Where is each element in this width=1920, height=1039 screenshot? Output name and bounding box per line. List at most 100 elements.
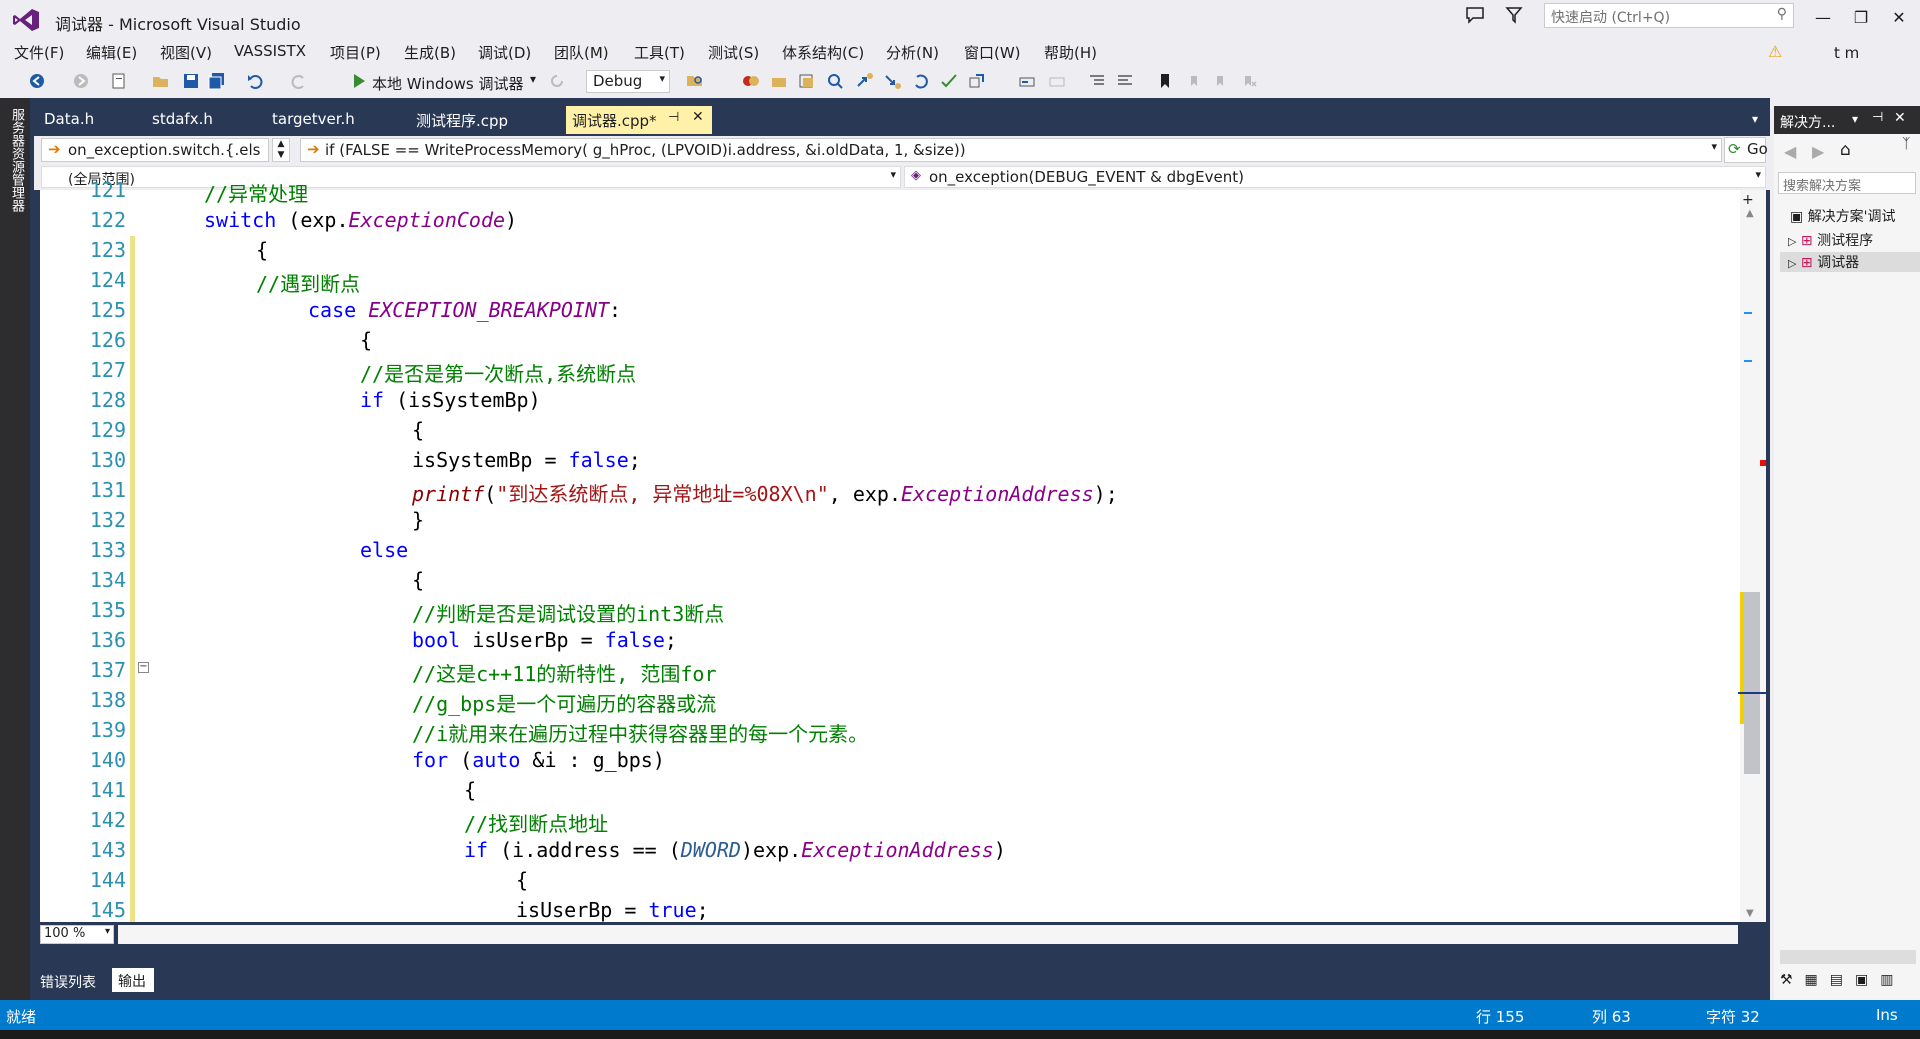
tool-rename-icon[interactable] (798, 72, 816, 90)
tool-goto-impl-icon[interactable] (884, 72, 902, 90)
collapse-icon[interactable]: − (138, 662, 149, 673)
warning-icon[interactable]: ⚠ (1768, 42, 1782, 61)
menu-build[interactable]: 生成(B) (404, 42, 456, 63)
go-button[interactable]: ⟳ Go (1724, 137, 1768, 163)
tool-back-icon[interactable] (912, 72, 930, 90)
new-project-icon[interactable] (110, 72, 128, 90)
line-number: 131 (89, 478, 126, 502)
menu-debug[interactable]: 调试(D) (478, 42, 531, 63)
menu-file[interactable]: 文件(F) (14, 42, 64, 63)
chevron-down-icon[interactable]: ▾ (1852, 112, 1858, 126)
chevron-down-icon[interactable]: ▾ (530, 72, 536, 86)
solution-configuration-select[interactable]: Debug ▾ (586, 70, 670, 93)
project-item-debugger[interactable]: ▷ ⊞ 调试器 (1780, 252, 1920, 272)
code-text: ); (1093, 482, 1118, 506)
tab-test-program-cpp[interactable]: 测试程序.cpp (416, 110, 508, 131)
refresh-icon[interactable] (548, 72, 566, 90)
tab-list-dropdown-icon[interactable]: ▾ (1752, 112, 1758, 126)
user-name[interactable]: t m (1834, 44, 1859, 62)
code-editor[interactable] (40, 190, 1740, 922)
solution-bottom-tools[interactable]: ⚒▦▤▣▥ (1780, 972, 1905, 988)
code-text: ) (993, 838, 1006, 862)
menu-test[interactable]: 测试(S) (708, 42, 759, 63)
save-all-icon[interactable] (208, 72, 226, 90)
solution-horizontal-scrollbar[interactable] (1780, 950, 1916, 964)
code-line: isUserBp = true; (516, 898, 709, 922)
horizontal-scrollbar[interactable] (118, 925, 1738, 944)
menu-help[interactable]: 帮助(H) (1044, 42, 1097, 63)
tool-refactor-icon[interactable] (968, 72, 986, 90)
start-debugging-button[interactable]: 本地 Windows 调试器 (372, 73, 524, 94)
global-scope-select[interactable]: (全局范围) ▾ (41, 166, 901, 188)
vertical-scrollbar[interactable] (1740, 190, 1766, 922)
solution-root-item[interactable]: ▣ 解决方案'调试 (1790, 206, 1896, 226)
solution-search-input[interactable]: 搜索解决方案 (1778, 172, 1916, 194)
pin-icon[interactable]: ⊣ (1872, 110, 1883, 125)
scope-spinner[interactable]: ▲ ▼ (272, 138, 290, 162)
tool-find-symbol-icon[interactable] (826, 72, 844, 90)
close-tab-icon[interactable]: ✕ (692, 109, 704, 125)
server-explorer-tab[interactable]: 服务器资源管理器 (8, 108, 24, 212)
undo-icon[interactable] (246, 72, 264, 90)
scroll-down-icon[interactable]: ▼ (1746, 908, 1754, 919)
tool-goto-icon[interactable] (856, 72, 874, 90)
zoom-select[interactable]: 100 % ▾ (40, 925, 114, 944)
close-button[interactable]: ✕ (1884, 6, 1914, 30)
bookmark-icon[interactable] (1156, 72, 1174, 90)
tab-output[interactable]: 输出 (112, 968, 154, 992)
filter-icon[interactable] (1505, 6, 1525, 26)
clear-bookmarks-icon[interactable] (1240, 72, 1258, 90)
menu-team[interactable]: 团队(M) (554, 42, 609, 63)
comment-lines-icon[interactable] (1088, 72, 1106, 90)
save-icon[interactable] (182, 72, 200, 90)
feedback-icon[interactable] (1465, 6, 1487, 26)
pin-icon[interactable]: ⊣ (668, 110, 679, 125)
split-icon[interactable]: + (1742, 192, 1754, 208)
project-item-test-program[interactable]: ▷ ⊞ 测试程序 (1788, 230, 1873, 250)
tool-red-icon[interactable] (742, 72, 760, 90)
menu-window[interactable]: 窗口(W) (964, 42, 1021, 63)
tool-spellcheck-icon[interactable] (940, 72, 958, 90)
line-number: 143 (89, 838, 126, 862)
menu-architecture[interactable]: 体系结构(C) (782, 42, 864, 63)
open-file-icon[interactable] (152, 72, 170, 90)
uncomment-lines-icon[interactable] (1116, 72, 1134, 90)
tool-indent-icon[interactable] (1018, 72, 1036, 90)
back-icon[interactable]: ◀ (1784, 142, 1796, 161)
tab-targetver-h[interactable]: targetver.h (272, 110, 355, 128)
prev-bookmark-icon[interactable] (1184, 72, 1202, 90)
menu-tools[interactable]: 工具(T) (634, 42, 685, 63)
close-icon[interactable]: ✕ (1894, 110, 1906, 126)
function-select[interactable]: ◈ on_exception(DEBUG_EVENT & dbgEvent) ▾ (904, 166, 1766, 188)
tab-stdafx-h[interactable]: stdafx.h (152, 110, 213, 128)
line-number: 133 (89, 538, 126, 562)
home-icon[interactable]: ⌂ (1840, 140, 1851, 160)
line-number: 127 (89, 358, 126, 382)
find-in-files-icon[interactable] (686, 72, 704, 90)
menu-view[interactable]: 视图(V) (160, 42, 212, 63)
status-bar (0, 1000, 1920, 1030)
scroll-up-icon[interactable]: ▲ (1746, 208, 1754, 219)
statement-combo[interactable]: ➔ if (FALSE == WriteProcessMemory( g_hPr… (300, 138, 1722, 162)
next-bookmark-icon[interactable] (1212, 72, 1230, 90)
tab-error-list[interactable]: 错误列表 (40, 972, 96, 992)
start-debugging-icon[interactable] (350, 72, 368, 90)
redo-icon[interactable] (290, 72, 308, 90)
tab-data-h[interactable]: Data.h (44, 110, 94, 128)
minimize-button[interactable]: — (1808, 6, 1838, 30)
scope-combo[interactable]: ➔ on_exception.switch.{.els (41, 138, 269, 162)
tool-folder-icon[interactable] (770, 72, 788, 90)
menu-edit[interactable]: 编辑(E) (86, 42, 137, 63)
quick-launch-input[interactable]: 快速启动 (Ctrl+Q) ⚲ (1544, 3, 1794, 28)
code-keyword: false (568, 448, 629, 472)
menu-project[interactable]: 项目(P) (330, 42, 381, 63)
tool-outdent-icon[interactable] (1048, 72, 1066, 90)
scroll-thumb[interactable] (1744, 592, 1760, 774)
menu-analyze[interactable]: 分析(N) (886, 42, 939, 63)
forward-icon[interactable]: ▶ (1812, 142, 1824, 161)
forward-icon[interactable] (72, 72, 90, 90)
restore-button[interactable]: ❐ (1846, 6, 1876, 30)
back-icon[interactable] (28, 72, 46, 90)
wrench-icon[interactable]: ᛉ (1902, 136, 1910, 152)
menu-vassistx[interactable]: VASSISTX (234, 42, 306, 60)
